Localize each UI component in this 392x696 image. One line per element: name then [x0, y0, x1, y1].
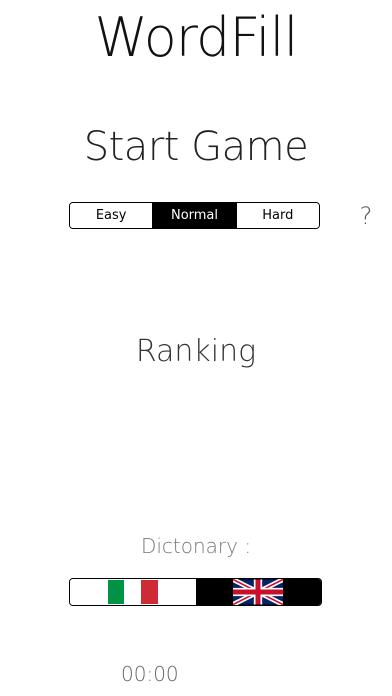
timer-display: 00:00 [121, 662, 179, 686]
difficulty-hard-option[interactable]: Hard [235, 203, 319, 228]
dictionary-selector [69, 578, 322, 606]
help-button[interactable]: ? [356, 202, 376, 230]
start-game-button[interactable]: Start Game [0, 124, 392, 170]
dictionary-option-english[interactable] [195, 579, 321, 605]
ranking-button[interactable]: Ranking [0, 334, 392, 369]
italian-flag-icon [107, 580, 158, 604]
app-title: WordFill [94, 6, 299, 69]
dictionary-label: Dictonary : [140, 534, 252, 558]
difficulty-easy-option[interactable]: Easy [70, 203, 153, 228]
difficulty-selector: Easy Normal Hard [69, 202, 320, 229]
uk-flag-icon [233, 579, 284, 605]
difficulty-normal-option[interactable]: Normal [152, 203, 236, 228]
dictionary-option-italian[interactable] [70, 579, 196, 605]
